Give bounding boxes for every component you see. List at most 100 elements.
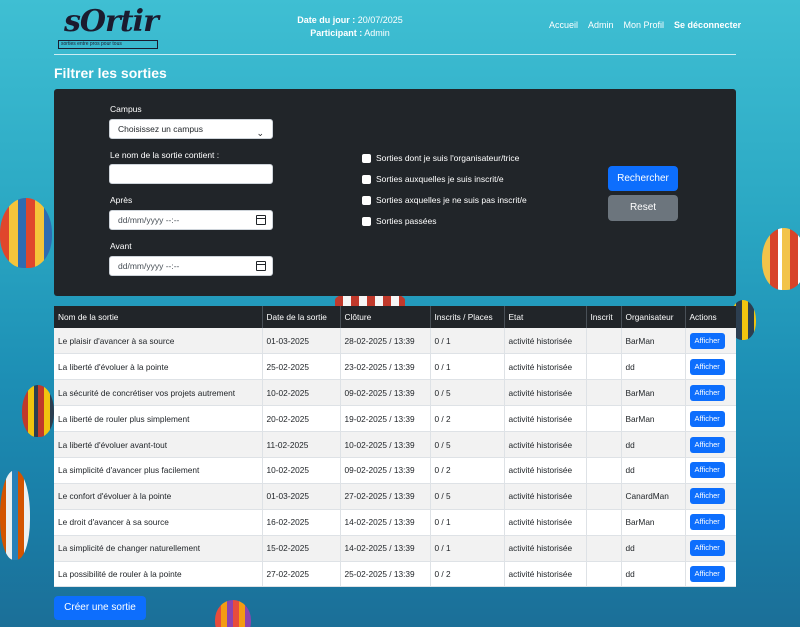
nav-mon-profil[interactable]: Mon Profil bbox=[624, 20, 665, 30]
cell-registered-places: 0 / 5 bbox=[430, 379, 505, 407]
column-header-name: Nom de la sortie bbox=[54, 306, 263, 328]
table-header-row: Nom de la sortie Date de la sortie Clôtu… bbox=[54, 306, 736, 328]
outings-table: Nom de la sortie Date de la sortie Clôtu… bbox=[54, 306, 736, 588]
cell-closing: 09-02-2025 / 13:39 bbox=[340, 379, 431, 407]
table-row: La sécurité de concrétiser vos projets a… bbox=[54, 379, 736, 407]
checkbox-registered[interactable]: Sorties auxquelles je suis inscrit/e bbox=[362, 174, 504, 184]
cell-actions: Afficher bbox=[685, 483, 736, 510]
cell-date: 01-03-2025 bbox=[262, 483, 341, 510]
cell-name: Le droit d'avancer à sa source bbox=[54, 509, 263, 536]
main-nav: Accueil Admin Mon Profil Se déconnecter bbox=[549, 20, 741, 30]
checkbox-box[interactable] bbox=[362, 195, 371, 205]
view-button[interactable]: Afficher bbox=[689, 358, 725, 375]
cell-actions: Afficher bbox=[685, 353, 736, 381]
cell-closing: 23-02-2025 / 13:39 bbox=[340, 353, 431, 381]
cell-closing: 09-02-2025 / 13:39 bbox=[340, 457, 431, 484]
cell-name: La simplicité d'avancer plus facilement bbox=[54, 457, 263, 484]
table-row: La simplicité d'avancer plus facilement 1… bbox=[54, 457, 736, 484]
cell-closing: 27-02-2025 / 13:39 bbox=[340, 483, 431, 510]
cell-name: La liberté d'évoluer à la pointe bbox=[54, 353, 263, 381]
view-button[interactable]: Afficher bbox=[689, 462, 725, 479]
cell-registered bbox=[586, 535, 622, 562]
cell-actions: Afficher bbox=[685, 535, 736, 562]
hot-air-balloon-decoration bbox=[762, 228, 800, 290]
checkbox-label: Sorties dont je suis l'organisateur/tric… bbox=[376, 153, 520, 163]
calendar-icon[interactable] bbox=[256, 215, 266, 225]
cell-closing: 14-02-2025 / 13:39 bbox=[340, 509, 431, 536]
checkbox-not-registered[interactable]: Sorties axquelles je ne suis pas inscrit… bbox=[362, 195, 527, 205]
campus-select[interactable]: Choisissez un campus ⌄ bbox=[109, 119, 273, 139]
table-row: La simplicité de changer naturellement 15… bbox=[54, 535, 736, 562]
cell-registered bbox=[586, 457, 622, 484]
cell-actions: Afficher bbox=[685, 328, 736, 355]
view-button[interactable]: Afficher bbox=[689, 436, 725, 453]
date-label: Date du jour : bbox=[297, 15, 356, 25]
nav-logout[interactable]: Se déconnecter bbox=[674, 20, 741, 30]
nav-admin[interactable]: Admin bbox=[588, 20, 614, 30]
cell-organizer: dd bbox=[621, 535, 686, 562]
cell-organizer: CanardMan bbox=[621, 483, 686, 510]
site-header: sOrtir sorties entre pros pour tous Date… bbox=[0, 0, 800, 56]
cell-state: activité historisée bbox=[504, 431, 587, 458]
cell-organizer: dd bbox=[621, 431, 686, 458]
cell-registered bbox=[586, 561, 622, 588]
cell-registered-places: 0 / 1 bbox=[430, 509, 505, 536]
reset-button[interactable]: Reset bbox=[608, 195, 678, 221]
cell-name: Le confort d'évoluer à la pointe bbox=[54, 483, 263, 510]
checkbox-box[interactable] bbox=[362, 153, 371, 163]
name-filter-input[interactable] bbox=[109, 164, 273, 184]
cell-actions: Afficher bbox=[685, 561, 736, 588]
view-button[interactable]: Afficher bbox=[689, 514, 725, 531]
cell-state: activité historisée bbox=[504, 509, 587, 536]
outings-table-wrapper: Nom de la sortie Date de la sortie Clôtu… bbox=[54, 306, 736, 588]
cell-actions: Afficher bbox=[685, 431, 736, 458]
cell-closing: 14-02-2025 / 13:39 bbox=[340, 535, 431, 562]
nav-accueil[interactable]: Accueil bbox=[549, 20, 578, 30]
view-button[interactable]: Afficher bbox=[689, 540, 725, 557]
before-date-placeholder: dd/mm/yyyy --:-- bbox=[118, 261, 180, 271]
cell-name: La simplicité de changer naturellement bbox=[54, 535, 263, 562]
hot-air-balloon-decoration bbox=[22, 385, 54, 437]
calendar-icon[interactable] bbox=[256, 261, 266, 271]
hot-air-balloon-decoration bbox=[0, 198, 52, 268]
view-button[interactable]: Afficher bbox=[689, 488, 725, 505]
checkbox-past[interactable]: Sorties passées bbox=[362, 216, 436, 226]
after-date-input[interactable]: dd/mm/yyyy --:-- bbox=[109, 210, 273, 230]
cell-actions: Afficher bbox=[685, 509, 736, 536]
search-button[interactable]: Rechercher bbox=[608, 166, 678, 191]
cell-registered-places: 0 / 2 bbox=[430, 561, 505, 588]
cell-registered bbox=[586, 328, 622, 355]
cell-date: 20-02-2025 bbox=[262, 405, 341, 433]
view-button[interactable]: Afficher bbox=[689, 332, 725, 349]
before-label: Avant bbox=[110, 241, 132, 251]
checkbox-box[interactable] bbox=[362, 216, 371, 226]
view-button[interactable]: Afficher bbox=[689, 565, 725, 582]
cell-state: activité historisée bbox=[504, 561, 587, 588]
campus-select-value: Choisissez un campus bbox=[118, 124, 204, 134]
cell-state: activité historisée bbox=[504, 353, 587, 381]
cell-state: activité historisée bbox=[504, 379, 587, 407]
cell-date: 10-02-2025 bbox=[262, 379, 341, 407]
column-header-organizer: Organisateur bbox=[621, 306, 686, 328]
cell-date: 11-02-2025 bbox=[262, 431, 341, 458]
checkbox-organizer[interactable]: Sorties dont je suis l'organisateur/tric… bbox=[362, 153, 519, 163]
page-title: Filtrer les sorties bbox=[54, 65, 167, 81]
view-button[interactable]: Afficher bbox=[689, 410, 725, 427]
create-outing-button[interactable]: Créer une sortie bbox=[54, 596, 146, 620]
column-header-registered-places: Inscrits / Places bbox=[430, 306, 505, 328]
cell-state: activité historisée bbox=[504, 405, 587, 433]
logo[interactable]: sOrtir sorties entre pros pour tous bbox=[58, 4, 159, 49]
checkbox-box[interactable] bbox=[362, 174, 371, 184]
cell-date: 16-02-2025 bbox=[262, 509, 341, 536]
view-button[interactable]: Afficher bbox=[689, 384, 725, 401]
cell-organizer: BarMan bbox=[621, 509, 686, 536]
cell-registered bbox=[586, 353, 622, 381]
before-date-input[interactable]: dd/mm/yyyy --:-- bbox=[109, 256, 273, 276]
table-row: La liberté d'évoluer à la pointe 25-02-20… bbox=[54, 353, 736, 381]
filter-panel: Campus Choisissez un campus ⌄ Le nom de … bbox=[54, 89, 736, 296]
table-row: Le plaisir d'avancer à sa source 01-03-20… bbox=[54, 328, 736, 355]
cell-name: La liberté d'évoluer avant-tout bbox=[54, 431, 263, 458]
checkbox-label: Sorties axquelles je ne suis pas inscrit… bbox=[376, 195, 527, 205]
chevron-down-icon: ⌄ bbox=[256, 128, 264, 138]
cell-actions: Afficher bbox=[685, 405, 736, 433]
